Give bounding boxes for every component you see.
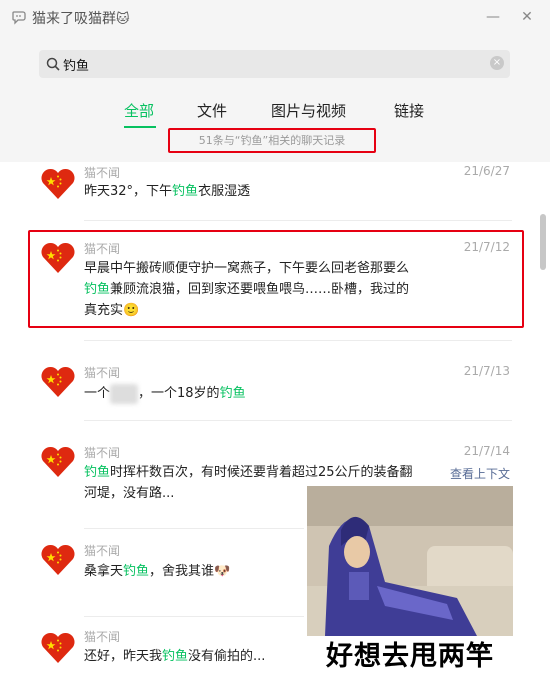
divider [84, 420, 512, 421]
avatar [41, 366, 75, 397]
tab-files[interactable]: 文件 [197, 100, 227, 121]
sender-name: 猫不闻 [84, 446, 121, 460]
search-box[interactable]: × [39, 50, 510, 78]
message-fragment: 一个 [84, 386, 111, 401]
message-text: 一个 ，一个18岁的钓鱼 [84, 383, 484, 404]
cat-emoji-icon: 🐱 [116, 12, 130, 27]
divider [84, 528, 304, 529]
divider [84, 340, 512, 341]
close-button[interactable]: ✕ [516, 6, 538, 28]
keyword-highlight: 钓鱼 [172, 184, 199, 199]
search-area: × [0, 34, 550, 92]
message-text: 桑拿天钓鱼，舍我其谁🐶 [84, 561, 284, 582]
blurred-redaction [110, 383, 139, 404]
list-item[interactable]: 猫不闻 21/6/27 昨天32°，下午钓鱼衣服湿透 [0, 162, 532, 230]
message-fragment: 昨天32°，下午 [84, 184, 173, 199]
window-title: 猫来了吸猫群🐱 [32, 8, 130, 28]
meme-sticker: 好想去甩两竿 [307, 486, 513, 680]
message-text: 昨天32°，下午钓鱼衣服湿透 [84, 181, 484, 202]
highlight-annotation [28, 230, 524, 328]
divider [84, 220, 512, 221]
avatar [41, 446, 75, 477]
message-date: 21/7/13 [463, 364, 510, 378]
message-fragment: 还好，昨天我 [84, 649, 163, 664]
result-count-label: 51条与“钓鱼”相关的聊天记录 [168, 128, 376, 153]
sender-name: 猫不闻 [84, 366, 121, 380]
message-fragment: 衣服湿透 [198, 184, 251, 199]
sender-name: 猫不闻 [84, 630, 121, 644]
tabs-area: 全部 文件 图片与视频 链接 51条与“钓鱼”相关的聊天记录 [0, 92, 550, 162]
message-fragment: ，舍我其谁 [149, 564, 215, 579]
search-input[interactable] [63, 54, 483, 74]
keyword-highlight: 钓鱼 [219, 386, 246, 401]
message-fragment: 时挥杆数百次，有时候还要背着超过25公斤的装备翻 [110, 465, 413, 480]
active-tab-indicator [124, 126, 156, 128]
chat-bubble-icon [12, 11, 26, 25]
keyword-highlight: 钓鱼 [162, 649, 189, 664]
tab-media[interactable]: 图片与视频 [271, 100, 346, 121]
title-bar: 猫来了吸猫群🐱 — ✕ [0, 0, 550, 34]
window-title-text: 猫来了吸猫群 [32, 11, 116, 27]
sender-name: 猫不闻 [84, 166, 121, 180]
sender-name: 猫不闻 [84, 544, 121, 558]
view-context-link[interactable]: 查看上下文 [450, 465, 510, 482]
message-fragment: 桑拿天 [84, 564, 124, 579]
message-date: 21/7/14 [463, 444, 510, 458]
list-item[interactable]: 猫不闻 21/7/13 一个 ，一个18岁的钓鱼 [0, 340, 532, 420]
message-line: 钓鱼时挥杆数百次，有时候还要背着超过25公斤的装备翻 [84, 462, 444, 483]
divider [84, 616, 304, 617]
message-date: 21/6/27 [463, 164, 510, 178]
tab-all[interactable]: 全部 [124, 100, 154, 121]
avatar [41, 544, 75, 575]
message-fragment: 没有偷拍的... [188, 649, 266, 664]
keyword-highlight: 钓鱼 [84, 465, 111, 480]
clear-icon[interactable]: × [490, 56, 504, 70]
message-fragment: ，一个18岁的 [138, 386, 220, 401]
minimize-button[interactable]: — [482, 6, 504, 28]
avatar [41, 168, 75, 199]
meme-caption: 好想去甩两竿 [326, 641, 494, 672]
tab-links[interactable]: 链接 [394, 100, 424, 121]
keyword-highlight: 钓鱼 [123, 564, 150, 579]
message-text: 还好，昨天我钓鱼没有偷拍的... [84, 646, 304, 667]
doge-emoji-icon: 🐶 [214, 564, 231, 579]
scrollbar-thumb[interactable] [540, 214, 546, 270]
avatar [41, 632, 75, 663]
search-icon [46, 57, 60, 71]
